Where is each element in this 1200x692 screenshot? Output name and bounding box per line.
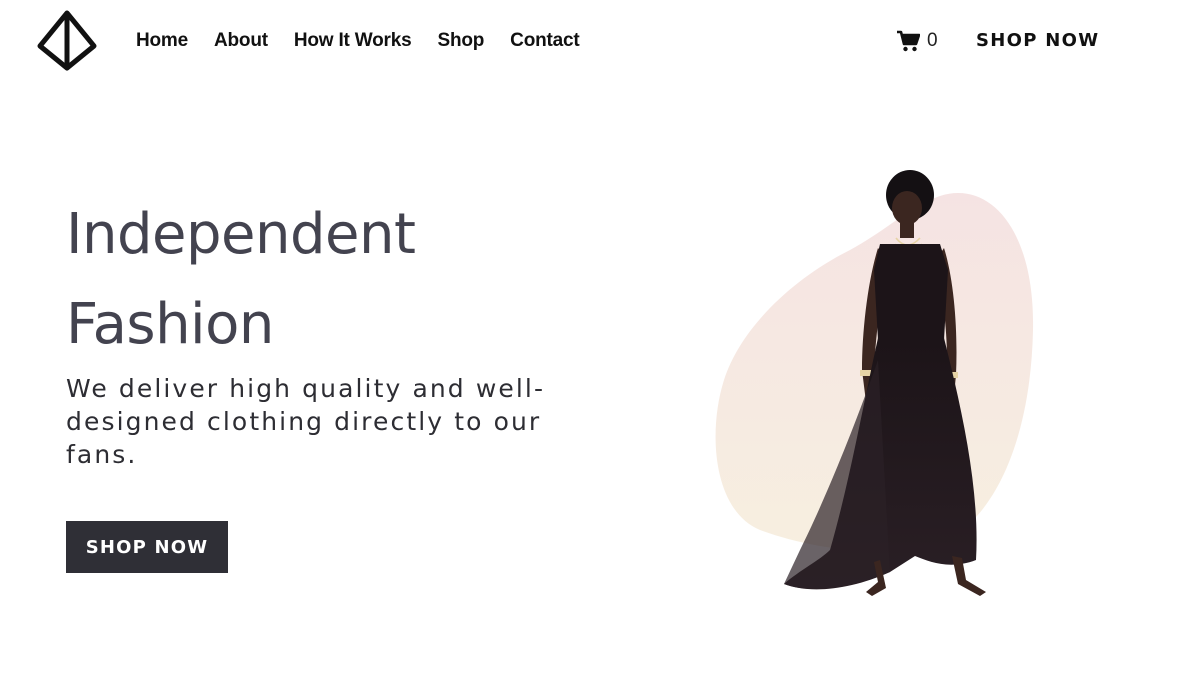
nav-how-it-works[interactable]: How It Works [294, 30, 412, 52]
logo-icon[interactable] [36, 10, 98, 72]
hero-shop-now-button[interactable]: SHOP NOW [66, 521, 228, 573]
nav-about[interactable]: About [214, 30, 268, 52]
hero-image [700, 160, 1050, 610]
hero-title-line-1: Independent [66, 202, 416, 267]
hero-subtitle: We deliver high quality and well-designe… [66, 374, 546, 469]
nav-home[interactable]: Home [136, 30, 188, 52]
header-shop-now-button[interactable]: SHOP NOW [976, 30, 1099, 51]
shopping-cart-icon [896, 30, 920, 52]
main-nav: Home About How It Works Shop Contact [136, 30, 606, 52]
hero-title: Independent Fashion [66, 190, 416, 370]
nav-contact[interactable]: Contact [510, 30, 580, 52]
cart-button[interactable]: 0 [896, 30, 938, 52]
hero-title-line-2: Fashion [66, 292, 274, 357]
nav-shop[interactable]: Shop [437, 30, 484, 52]
cart-count: 0 [927, 30, 938, 51]
